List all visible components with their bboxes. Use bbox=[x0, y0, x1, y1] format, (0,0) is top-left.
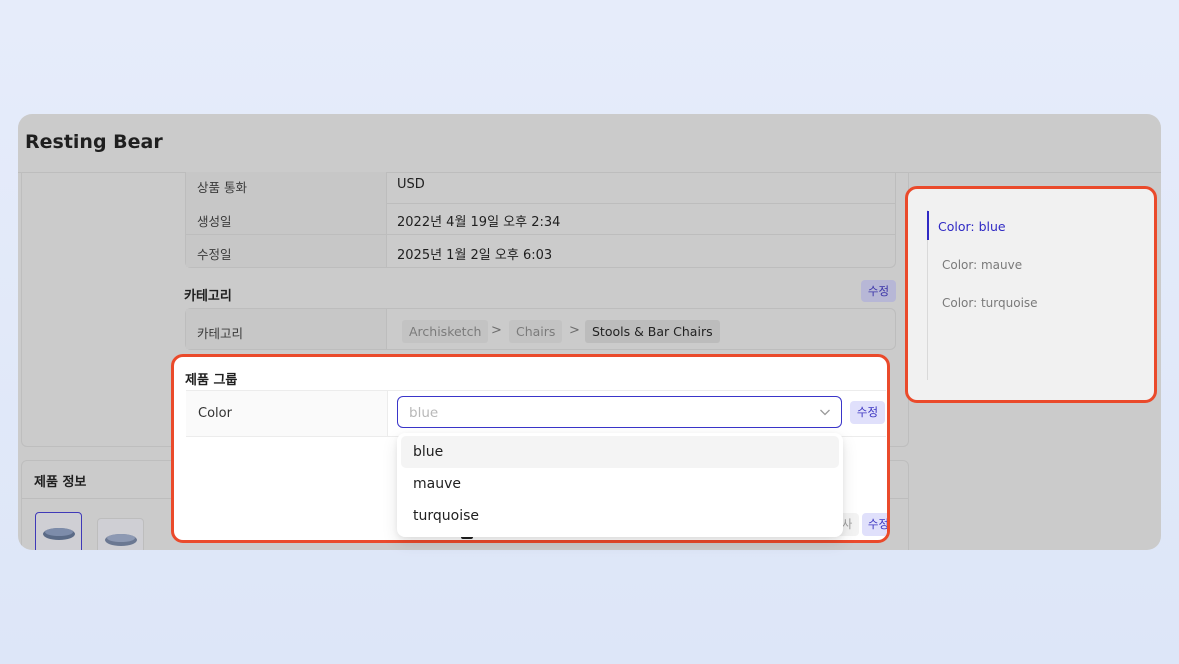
toc-item-color-turquoise[interactable]: Color: turquoise bbox=[942, 296, 1038, 310]
info-label-modified: 수정일 bbox=[197, 247, 232, 262]
toc-item-color-blue[interactable]: Color: blue bbox=[938, 219, 1006, 234]
category-separator: > bbox=[569, 323, 580, 338]
info-label-created: 생성일 bbox=[197, 214, 232, 229]
product-thumbnail[interactable] bbox=[97, 518, 144, 550]
toc-active-indicator bbox=[927, 211, 929, 240]
info-label-currency: 상품 통화 bbox=[197, 180, 247, 195]
category-row-label: 카테고리 bbox=[197, 326, 244, 341]
category-chip-stools[interactable]: Stools & Bar Chairs bbox=[585, 320, 720, 343]
product-group-title: 제품 그룹 bbox=[185, 373, 238, 388]
info-value-created: 2022년 4월 19일 오후 2:34 bbox=[397, 215, 561, 230]
chevron-down-icon bbox=[820, 409, 830, 416]
group-row-label: Color bbox=[198, 406, 232, 421]
option-turquoise[interactable]: turquoise bbox=[401, 500, 839, 532]
table-of-contents: Color: blue Color: mauve Color: turquois… bbox=[905, 186, 1157, 403]
table-row: 생성일 2022년 4월 19일 오후 2:34 bbox=[186, 203, 895, 235]
product-info-title: 제품 정보 bbox=[34, 475, 87, 490]
category-section-title: 카테고리 bbox=[184, 289, 232, 304]
toc-item-color-mauve[interactable]: Color: mauve bbox=[942, 258, 1022, 272]
product-thumbnail[interactable] bbox=[35, 512, 82, 550]
category-separator: > bbox=[491, 323, 502, 338]
stool-image-icon bbox=[43, 528, 75, 540]
option-blue[interactable]: blue bbox=[401, 436, 839, 468]
color-dropdown-menu: blue mauve turquoise bbox=[397, 433, 843, 537]
color-select-value: blue bbox=[409, 405, 439, 421]
category-row: 카테고리 Archisketch > Chairs > Stools & Bar… bbox=[185, 308, 896, 350]
info-value-currency: USD bbox=[397, 177, 425, 192]
stool-image-icon bbox=[105, 534, 137, 546]
option-mauve[interactable]: mauve bbox=[401, 468, 839, 500]
group-edit-button[interactable]: 수정 bbox=[850, 401, 885, 424]
info-table: 상품 통화 USD 생성일 2022년 4월 19일 오후 2:34 수정일 2… bbox=[185, 172, 896, 268]
table-row: 수정일 2025년 1월 2일 오후 6:03 bbox=[186, 235, 895, 267]
page-title: Resting Bear bbox=[25, 131, 163, 153]
color-select[interactable]: blue bbox=[397, 396, 842, 428]
category-chip-archisketch[interactable]: Archisketch bbox=[402, 320, 489, 343]
info-edit-button[interactable]: 수정 bbox=[862, 513, 887, 536]
category-chip-chairs[interactable]: Chairs bbox=[509, 320, 563, 343]
info-value-modified: 2025년 1월 2일 오후 6:03 bbox=[397, 248, 553, 263]
table-row: 상품 통화 USD bbox=[186, 172, 895, 204]
category-edit-button[interactable]: 수정 bbox=[861, 280, 896, 302]
